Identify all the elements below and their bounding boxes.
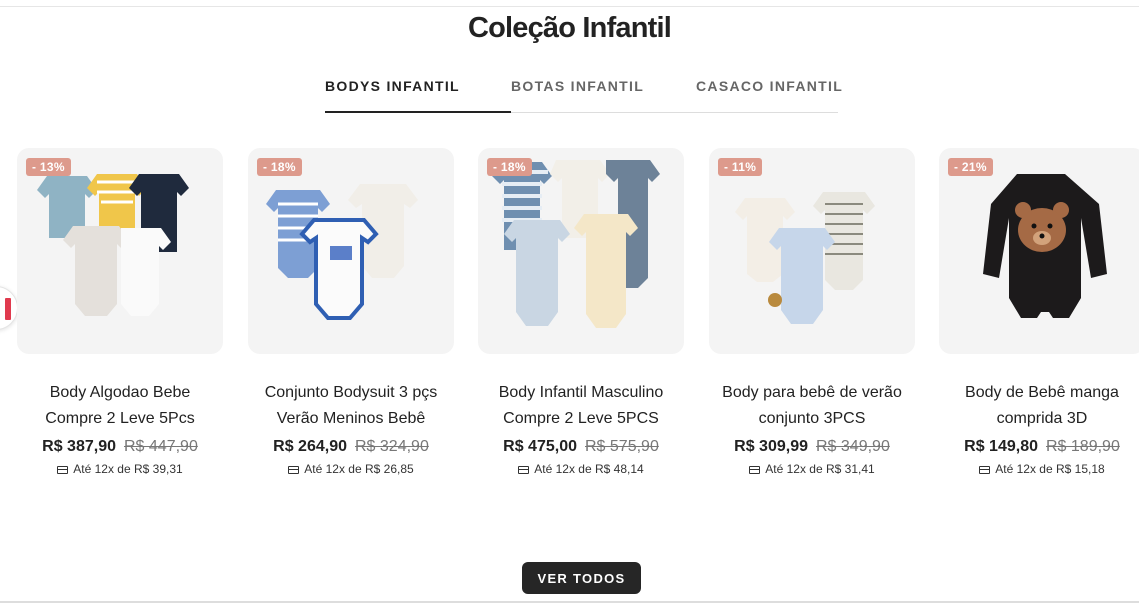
bodysuit-set-illustration [735, 192, 875, 324]
product-card[interactable]: - 18% Body Infantil Masculino Compre 2 L… [478, 148, 684, 476]
product-image[interactable]: - 21% [939, 148, 1139, 354]
product-name-line2: Compre 2 Leve 5PCS [503, 410, 659, 427]
installments: Até 12x de R$ 39,31 [17, 462, 223, 476]
price-row: R$ 309,99 R$ 349,90 [709, 438, 915, 456]
product-name-line1: Body para bebê de verão [722, 384, 902, 401]
section-title: Coleção Infantil [467, 12, 672, 44]
credit-card-icon [288, 466, 300, 474]
product-name-line2: comprida 3D [996, 410, 1088, 427]
credit-card-icon [979, 466, 991, 474]
price-row: R$ 475,00 R$ 575,90 [478, 438, 684, 456]
installments-text: Até 12x de R$ 15,18 [995, 462, 1105, 476]
tab-bodys-infantil[interactable]: BODYS INFANTIL [325, 72, 511, 113]
product-name-line2: Verão Meninos Bebê [276, 410, 426, 427]
old-price: R$ 349,90 [816, 438, 890, 455]
installments-text: Até 12x de R$ 31,41 [765, 462, 875, 476]
price-row: R$ 387,90 R$ 447,90 [17, 438, 223, 456]
product-name[interactable]: Body Infantil Masculino Compre 2 Leve 5P… [478, 380, 684, 432]
credit-card-icon [518, 466, 530, 474]
installments: Até 12x de R$ 48,14 [478, 462, 684, 476]
bodysuit-set-illustration [492, 160, 660, 328]
product-name[interactable]: Conjunto Bodysuit 3 pçs Verão Meninos Be… [248, 380, 454, 432]
product-name-line2: conjunto 3PCS [758, 410, 866, 427]
credit-card-icon [57, 466, 69, 474]
price-row: R$ 264,90 R$ 324,90 [248, 438, 454, 456]
bodysuit-set-illustration [266, 184, 418, 320]
product-card[interactable]: - 18% Conjunto Bodysuit 3 pçs Verão Meni… [248, 148, 454, 476]
tab-botas-infantil[interactable]: BOTAS INFANTIL [511, 72, 696, 113]
old-price: R$ 447,90 [124, 438, 198, 455]
old-price: R$ 189,90 [1046, 438, 1120, 455]
carousel-prev-button[interactable] [0, 286, 18, 330]
price-row: R$ 149,80 R$ 189,90 [939, 438, 1139, 456]
product-image[interactable]: - 18% [478, 148, 684, 354]
product-card[interactable]: - 13% Body Algodao Bebe Compre 2 Leve 5P… [17, 148, 223, 476]
old-price: R$ 575,90 [585, 438, 659, 455]
discount-badge: - 13% [26, 158, 71, 176]
discount-badge: - 18% [257, 158, 302, 176]
bodysuit-illustration [983, 174, 1107, 318]
product-name-line1: Body Algodao Bebe [49, 384, 191, 401]
product-card[interactable]: - 21% Body de Bebê manga comprida 3D R$ … [939, 148, 1139, 476]
credit-card-icon [749, 466, 761, 474]
sale-price: R$ 475,00 [503, 438, 577, 455]
ver-todos-button[interactable]: VER TODOS [522, 562, 641, 594]
old-price: R$ 324,90 [355, 438, 429, 455]
installments-text: Até 12x de R$ 26,85 [304, 462, 414, 476]
bodysuit-set-illustration [37, 174, 189, 316]
product-name-line1: Conjunto Bodysuit 3 pçs [264, 384, 438, 401]
product-name-line1: Body de Bebê manga [965, 384, 1119, 401]
installments-text: Até 12x de R$ 48,14 [534, 462, 644, 476]
product-image[interactable]: - 11% [709, 148, 915, 354]
top-divider [0, 6, 1139, 7]
installments: Até 12x de R$ 31,41 [709, 462, 915, 476]
product-name[interactable]: Body de Bebê manga comprida 3D [939, 380, 1139, 432]
product-name-line1: Body Infantil Masculino [498, 384, 664, 401]
sale-price: R$ 264,90 [273, 438, 347, 455]
product-name[interactable]: Body Algodao Bebe Compre 2 Leve 5Pcs [17, 380, 223, 432]
product-card[interactable]: - 11% Body para bebê de verão conjunto 3… [709, 148, 915, 476]
product-name[interactable]: Body para bebê de verão conjunto 3PCS [709, 380, 915, 432]
sale-price: R$ 149,80 [964, 438, 1038, 455]
tab-bar: BODYS INFANTIL BOTAS INFANTIL CASACO INF… [325, 72, 842, 113]
installments: Até 12x de R$ 26,85 [248, 462, 454, 476]
product-image[interactable]: - 18% [248, 148, 454, 354]
product-image[interactable]: - 13% [17, 148, 223, 354]
discount-badge: - 11% [718, 158, 763, 176]
sale-price: R$ 309,99 [734, 438, 808, 455]
discount-badge: - 18% [487, 158, 532, 176]
discount-badge: - 21% [948, 158, 993, 176]
installments: Até 12x de R$ 15,18 [939, 462, 1139, 476]
product-name-line2: Compre 2 Leve 5Pcs [45, 410, 195, 427]
tab-casaco-infantil[interactable]: CASACO INFANTIL [696, 72, 842, 113]
sale-price: R$ 387,90 [42, 438, 116, 455]
prev-arrow-icon [5, 298, 11, 320]
installments-text: Até 12x de R$ 39,31 [73, 462, 183, 476]
